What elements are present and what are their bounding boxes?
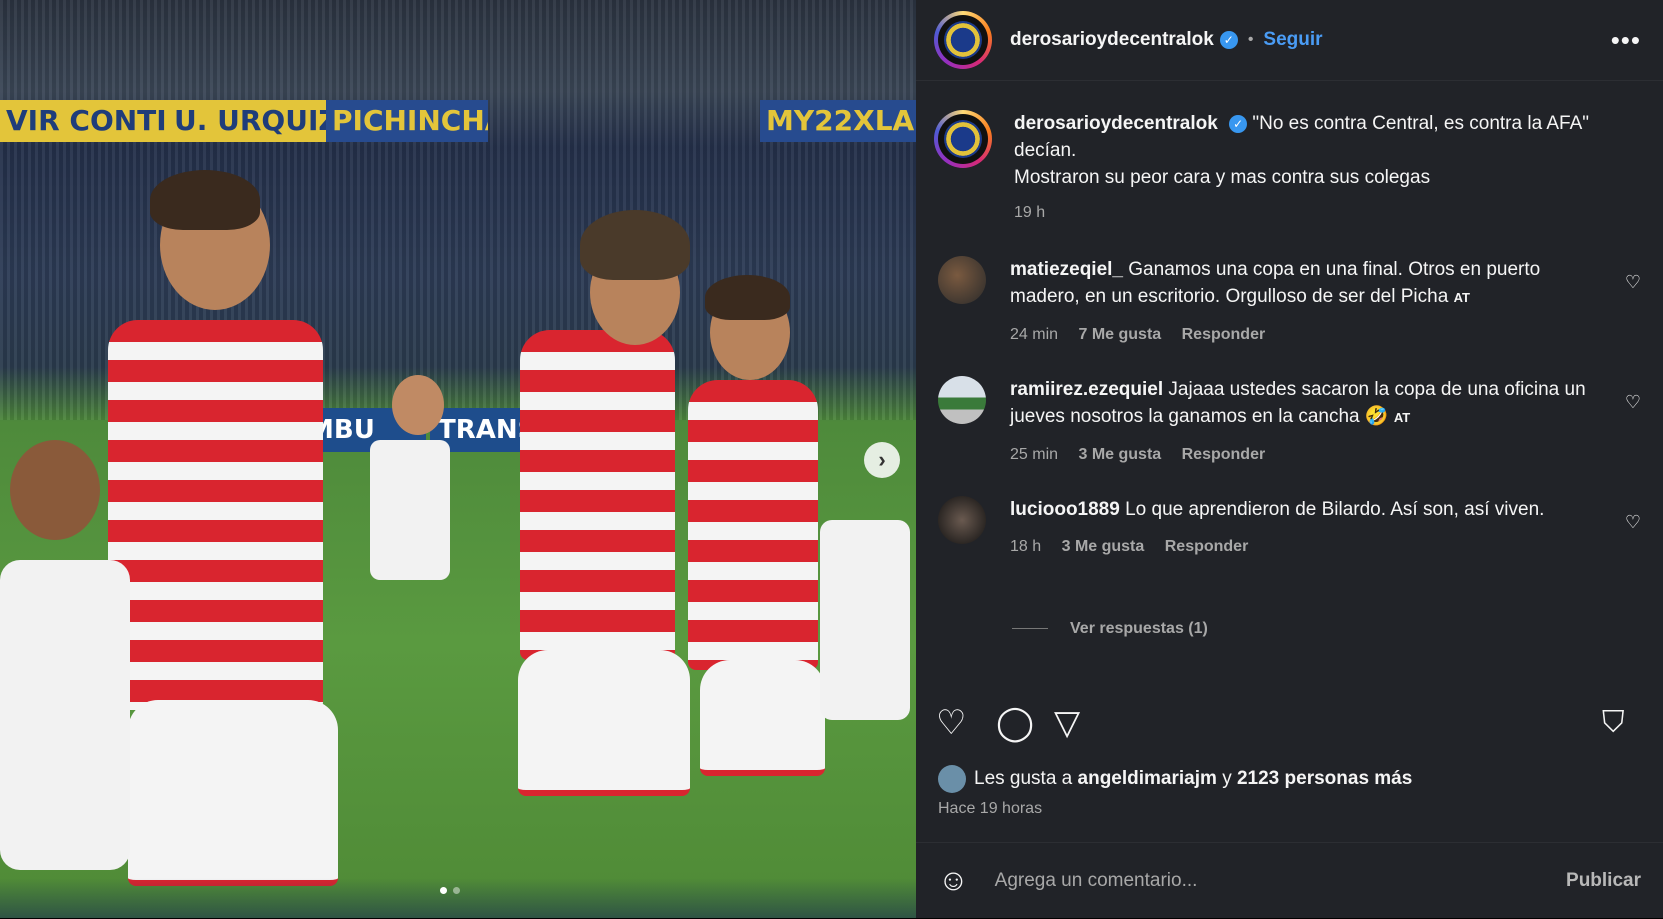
- carousel-dot: [453, 887, 460, 894]
- verified-badge-icon: ✓: [1229, 114, 1248, 133]
- like-comment-heart-icon[interactable]: ♡: [1625, 512, 1641, 533]
- player-shorts: [128, 700, 338, 886]
- child-escort: [820, 520, 910, 720]
- comment-likes[interactable]: 3 Me gusta: [1078, 446, 1161, 463]
- player-hair: [705, 275, 790, 320]
- commenter-avatar[interactable]: [938, 496, 986, 544]
- comments-list[interactable]: derosarioydecentralok ✓ "No es contra Ce…: [916, 110, 1663, 678]
- comment-time: 25 min: [1010, 446, 1059, 463]
- post-caption: derosarioydecentralok ✓ "No es contra Ce…: [916, 110, 1663, 226]
- club-crest-icon: [944, 21, 982, 59]
- save-bookmark-icon[interactable]: ⛉: [1602, 700, 1625, 746]
- like-heart-icon[interactable]: ♡: [936, 700, 966, 746]
- comment-username[interactable]: matiezeqiel_: [1010, 259, 1123, 280]
- comment-tag: AT: [1453, 290, 1470, 305]
- banner: PICHINCHA: [326, 100, 488, 142]
- comment-emoji: 🤣: [1364, 406, 1389, 427]
- comment-likes[interactable]: 7 Me gusta: [1078, 326, 1161, 343]
- likes-prefix: Les gusta a: [974, 768, 1073, 789]
- author-avatar[interactable]: [934, 11, 992, 69]
- banner: U. URQUIZA: [168, 100, 330, 142]
- carousel-dots: [440, 887, 460, 894]
- verified-badge-icon: ✓: [1219, 31, 1238, 49]
- banner: VIR CONTIGO: [0, 100, 172, 142]
- caption-text-line2: Mostraron su peor cara y mas contra sus …: [1014, 167, 1431, 188]
- like-comment-heart-icon[interactable]: ♡: [1625, 272, 1641, 293]
- share-icon[interactable]: ▽: [1054, 700, 1080, 746]
- carousel-dot: [440, 887, 447, 894]
- comment-username[interactable]: ramiirez.ezequiel: [1010, 379, 1163, 400]
- caption-time: 19 h: [1014, 204, 1046, 221]
- likes-middle: y: [1222, 768, 1232, 789]
- child-escort: [0, 560, 130, 870]
- child-head: [392, 375, 444, 435]
- player-shirt: [108, 320, 323, 710]
- author-avatar[interactable]: [934, 110, 992, 168]
- comment-icon[interactable]: ◯: [996, 700, 1034, 746]
- player-shirt: [688, 380, 818, 670]
- view-replies-button[interactable]: Ver respuestas (1): [1012, 620, 1208, 638]
- player-shorts: [518, 650, 690, 796]
- comment-time: 18 h: [1010, 538, 1042, 555]
- post-image[interactable]: VIR CONTIGO U. URQUIZA PICHINCHA MY22XLA…: [0, 0, 916, 918]
- comment-item: luciooo1889 Lo que aprendieron de Bilard…: [916, 496, 1663, 560]
- banner: MY22XLAND: [760, 100, 916, 142]
- emoji-icon[interactable]: ☺: [938, 864, 969, 898]
- player-shirt: [520, 330, 675, 660]
- like-comment-heart-icon[interactable]: ♡: [1625, 392, 1641, 413]
- caption-username[interactable]: derosarioydecentralok: [1014, 113, 1218, 134]
- post-side-panel: derosarioydecentralok ✓ • Seguir ••• der…: [916, 0, 1663, 918]
- likes-rest[interactable]: 2123 personas más: [1237, 768, 1412, 790]
- separator: •: [1247, 31, 1254, 48]
- likes-user[interactable]: angeldimariajm: [1078, 768, 1217, 790]
- comment-composer: ☺ Agrega un comentario... Publicar: [916, 842, 1663, 919]
- comment-likes[interactable]: 3 Me gusta: [1062, 538, 1145, 555]
- reply-button[interactable]: Responder: [1182, 446, 1266, 463]
- comment-tag: AT: [1393, 410, 1411, 425]
- post-header: derosarioydecentralok ✓ • Seguir •••: [916, 0, 1663, 81]
- commenter-avatar[interactable]: [938, 376, 986, 424]
- next-image-button[interactable]: ›: [864, 442, 900, 478]
- comment-username[interactable]: luciooo1889: [1010, 499, 1120, 520]
- child-head: [10, 440, 100, 540]
- comment-text: Lo que aprendieron de Bilardo. Así son, …: [1125, 499, 1545, 520]
- follow-button[interactable]: Seguir: [1263, 29, 1322, 51]
- player-hair: [150, 170, 260, 230]
- comment-item: matiezeqiel_ Ganamos una copa en una fin…: [916, 256, 1663, 348]
- comment-input[interactable]: Agrega un comentario...: [995, 870, 1566, 892]
- club-crest-icon: [944, 120, 982, 158]
- likes-summary[interactable]: Les gusta a angeldimariajm y 2123 person…: [938, 765, 1412, 793]
- child-escort: [370, 440, 450, 580]
- publish-button[interactable]: Publicar: [1566, 870, 1641, 892]
- post-actions: ♡ ◯ ▽ ⛉: [916, 700, 1663, 746]
- instagram-post-view: VIR CONTIGO U. URQUIZA PICHINCHA MY22XLA…: [0, 0, 1663, 918]
- reply-button[interactable]: Responder: [1182, 326, 1266, 343]
- more-options-icon[interactable]: •••: [1611, 25, 1641, 56]
- image-footer-shade: [0, 878, 916, 918]
- commenter-avatar[interactable]: [938, 256, 986, 304]
- player-hair: [580, 210, 690, 280]
- liker-avatar: [938, 765, 966, 793]
- reply-button[interactable]: Responder: [1165, 538, 1249, 555]
- player-shorts: [700, 660, 825, 776]
- author-username[interactable]: derosarioydecentralok: [1010, 29, 1214, 51]
- comment-time: 24 min: [1010, 326, 1059, 343]
- posted-time: Hace 19 horas: [938, 800, 1043, 817]
- comment-item: ramiirez.ezequiel Jajaaa ustedes sacaron…: [916, 376, 1663, 468]
